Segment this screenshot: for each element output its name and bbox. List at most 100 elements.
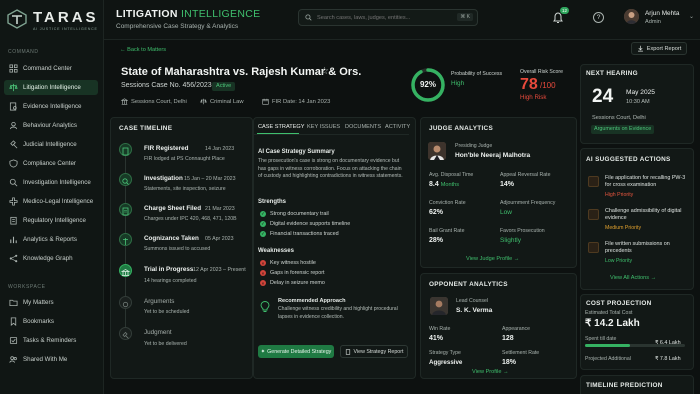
tab-documents[interactable]: DOCUMENTS — [345, 124, 381, 130]
action-priority: High Priority — [605, 192, 634, 198]
timeline-event-date: 05 Apr 2023 — [205, 236, 234, 242]
stat-value: 28% — [429, 237, 444, 244]
scales-icon — [200, 98, 207, 105]
sparkle-icon: ✦ — [260, 348, 266, 355]
sidebar-item-bookmarks[interactable]: Bookmarks — [4, 314, 98, 329]
sidebar-item-litigation-intelligence[interactable]: Litigation Intelligence — [4, 80, 98, 95]
sidebar-item-judicial-intelligence[interactable]: Judicial Intelligence — [4, 137, 98, 152]
sidebar-item-my-matters[interactable]: My Matters — [4, 295, 98, 310]
timeline-event-desc: Statements, site inspection, seizure — [144, 186, 226, 192]
tab-case-strategy[interactable]: CASE STRATEGY — [258, 124, 305, 130]
bookmark-icon — [10, 317, 17, 326]
action-text[interactable]: File written submissions on precedents — [605, 241, 691, 255]
scales-icon — [9, 83, 18, 92]
cost-progress-fill — [585, 344, 630, 347]
tab-divider — [253, 134, 409, 135]
view-all-actions-link[interactable]: View All Actions → — [610, 275, 656, 281]
sidebar-item-analytics-reports[interactable]: Analytics & Reports — [4, 232, 98, 247]
document-icon — [345, 348, 350, 355]
judge-portrait-icon — [428, 142, 446, 160]
calendar-icon — [262, 98, 269, 105]
sidebar-item-label: Bookmarks — [23, 318, 54, 325]
back-link[interactable]: ← Back to Matters — [120, 47, 166, 53]
risk-level: High Risk — [520, 94, 547, 101]
sidebar-item-label: Analytics & Reports — [23, 236, 77, 243]
action-text[interactable]: Challenge admissibility of digital evide… — [605, 208, 691, 222]
opponent-name[interactable]: S. K. Verma — [456, 307, 492, 314]
timeline-prediction-title: TIMELINE PREDICTION — [586, 382, 663, 389]
timeline-event-desc: Yet to be delivered — [144, 341, 187, 347]
document-icon — [588, 176, 599, 187]
strategy-summary-title: AI Case Strategy Summary — [258, 149, 335, 155]
strengths-title: Strengths — [258, 199, 287, 205]
sidebar-item-medico-legal-intelligence[interactable]: Medico-Legal Intelligence — [4, 194, 98, 209]
sidebar-item-tasks-reminders[interactable]: Tasks & Reminders — [4, 333, 98, 348]
sidebar-item-knowledge-graph[interactable]: Knowledge Graph — [4, 251, 98, 266]
sidebar-item-evidence-intelligence[interactable]: Evidence Intelligence — [4, 99, 98, 114]
stat-label: Bail Grant Rate — [429, 228, 465, 234]
export-button[interactable]: Export Report — [631, 42, 687, 55]
sidebar-item-behaviour-analytics[interactable]: Behaviour Analytics — [4, 118, 98, 133]
check-icon: ✓ — [260, 211, 266, 217]
close-icon: × — [260, 280, 266, 286]
app-root: TARAS AI JUSTICE INTELLIGENCE COMMAND Co… — [0, 0, 700, 394]
weakness-item: × Key witness hostile — [260, 260, 316, 266]
sidebar-item-shared-with-me[interactable]: Shared With Me — [4, 352, 98, 367]
lightbulb-icon — [260, 301, 270, 312]
timeline-event-date: 14 Jan 2023 — [205, 146, 235, 152]
sidebar-item-command-center[interactable]: Command Center — [4, 61, 98, 76]
brand-logo[interactable]: TARAS AI JUSTICE INTELLIGENCE — [6, 8, 98, 34]
gavel-icon — [10, 140, 18, 149]
timeline-dot — [119, 173, 132, 186]
sidebar: TARAS AI JUSTICE INTELLIGENCE COMMAND Co… — [0, 0, 104, 394]
timeline-dot-current — [119, 264, 132, 277]
stat-label: Conviction Rate — [429, 200, 466, 206]
document-search-icon — [9, 102, 17, 111]
stat-unit: Months — [440, 182, 460, 188]
generate-strategy-label: Generate Detailed Strategy — [267, 348, 332, 355]
generate-strategy-button[interactable]: ✦ Generate Detailed Strategy — [258, 345, 334, 358]
checklist-icon — [9, 336, 18, 345]
timeline-event-desc: Yet to be scheduled — [144, 309, 190, 315]
judge-name[interactable]: Hon'ble Neeraj Malhotra — [455, 152, 530, 159]
notification-badge: 12 — [560, 7, 569, 14]
stat-value: Low — [500, 209, 512, 216]
case-court: Sessions Court, Delhi — [121, 98, 187, 105]
top-bar: LITIGATION INTELLIGENCE Comprehensive Ca… — [104, 0, 700, 40]
sidebar-item-compliance-center[interactable]: Compliance Center — [4, 156, 98, 171]
chevron-down-icon[interactable]: ⌄ — [689, 13, 694, 20]
judge-analytics-panel: JUDGE ANALYTICS — [420, 117, 577, 268]
tab-key-issues[interactable]: KEY ISSUES — [307, 124, 340, 130]
sidebar-item-label: Command Center — [23, 65, 72, 72]
opponent-analytics-title: OPPONENT ANALYTICS — [429, 281, 508, 288]
timeline-event-title: Trial in Progress — [144, 266, 194, 273]
close-icon: × — [260, 270, 266, 276]
strength-item: ✓ Digital evidence supports timeline — [260, 221, 350, 227]
view-opponent-profile-link[interactable]: View Profile → — [472, 369, 509, 375]
view-judge-profile-link[interactable]: View Judge Profile → — [466, 256, 519, 262]
timeline-event-desc: 14 hearings completed — [144, 278, 197, 284]
search-input[interactable] — [317, 14, 457, 21]
strength-text: Financial transactions traced — [270, 231, 339, 237]
opponent-photo — [430, 297, 448, 315]
page-title: LITIGATION INTELLIGENCE — [116, 8, 260, 20]
global-search[interactable]: ⌘ K — [298, 9, 478, 26]
file-icon — [122, 207, 129, 216]
sidebar-item-label: Compliance Center — [23, 160, 76, 167]
stat-value: 128 — [502, 335, 514, 342]
cost-spent-value: ₹ 6.4 Lakh — [655, 340, 681, 346]
sidebar-item-investigation-intelligence[interactable]: Investigation Intelligence — [4, 175, 98, 190]
view-strategy-report-button[interactable]: View Strategy Report — [340, 345, 408, 358]
sidebar-item-label: Investigation Intelligence — [23, 179, 91, 186]
building-icon — [121, 98, 128, 105]
timeline-prediction-panel: TIMELINE PREDICTION — [580, 375, 694, 394]
star-icon[interactable]: ☆ — [320, 66, 329, 77]
tab-activity[interactable]: ACTIVITY — [385, 124, 410, 130]
avatar[interactable] — [624, 9, 639, 24]
stat-value: 8.4 Months — [429, 181, 459, 188]
help-icon[interactable]: ? — [593, 12, 604, 23]
user-name[interactable]: Arjun Mehta — [645, 10, 679, 17]
sidebar-item-regulatory-intelligence[interactable]: Regulatory Intelligence — [4, 213, 98, 228]
action-text[interactable]: File application for recalling PW-3 for … — [605, 175, 691, 189]
courthouse-icon — [120, 269, 131, 276]
